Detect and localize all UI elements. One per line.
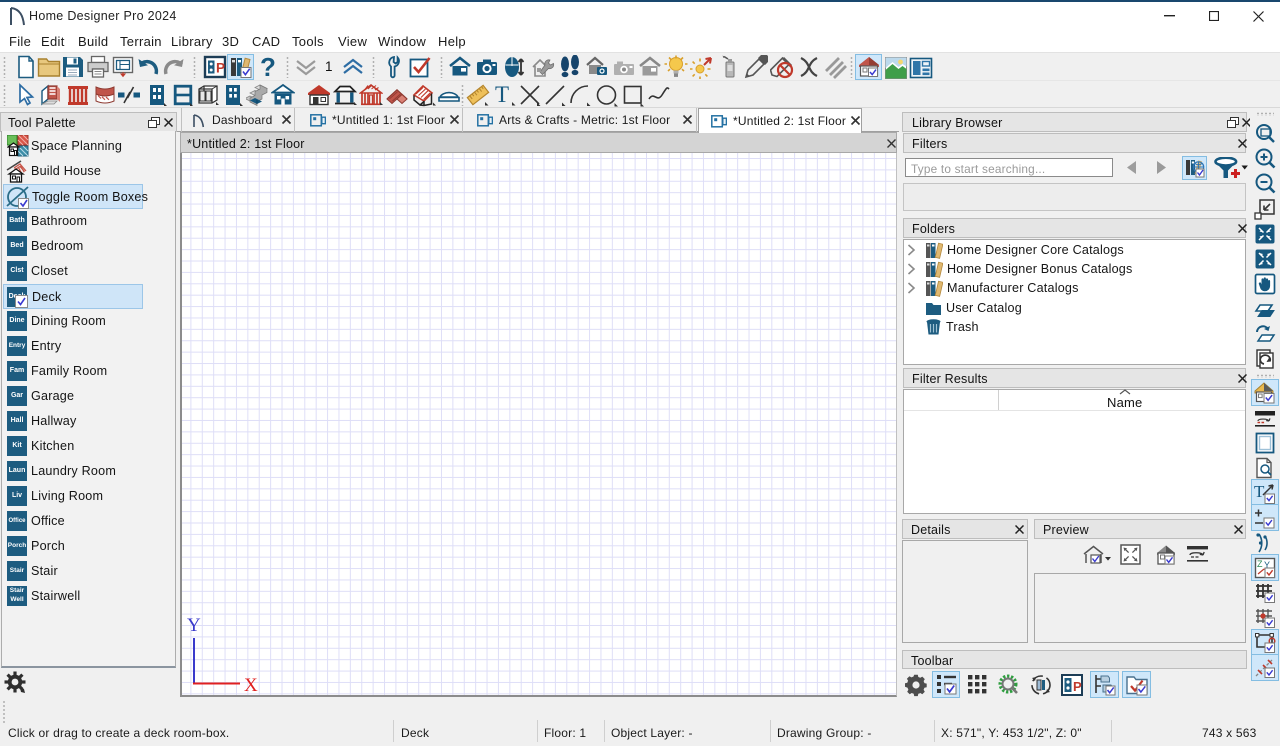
svg-text:Y: Y: [187, 615, 201, 636]
svg-text:X: X: [244, 675, 258, 695]
svg-text:P: P: [1073, 679, 1082, 694]
svg-text:P: P: [216, 61, 225, 76]
svg-text:?: ?: [260, 55, 276, 79]
svg-text:T: T: [1254, 482, 1265, 501]
svg-text:T: T: [495, 83, 509, 107]
svg-text:Z: Z: [1257, 559, 1263, 569]
